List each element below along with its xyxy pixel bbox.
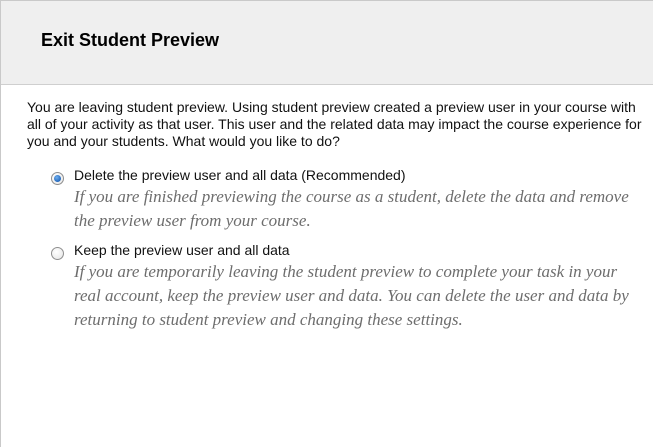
option-delete-preview-user[interactable]: Delete the preview user and all data (Re… bbox=[27, 166, 643, 233]
keep-preview-user-radio[interactable] bbox=[51, 247, 64, 260]
dialog-title: Exit Student Preview bbox=[41, 30, 220, 50]
keep-option-description: If you are temporarily leaving the stude… bbox=[74, 262, 629, 329]
dialog-header: Exit Student Preview bbox=[1, 1, 653, 85]
exit-student-preview-dialog: Exit Student Preview You are leaving stu… bbox=[0, 0, 653, 447]
intro-text: You are leaving student preview. Using s… bbox=[27, 99, 642, 149]
dialog-content: You are leaving student preview. Using s… bbox=[1, 85, 653, 332]
delete-preview-user-radio[interactable] bbox=[51, 172, 64, 185]
option-body: Keep the preview user and all data If yo… bbox=[74, 241, 643, 332]
delete-option-label[interactable]: Delete the preview user and all data (Re… bbox=[74, 166, 643, 184]
keep-option-label[interactable]: Keep the preview user and all data bbox=[74, 241, 643, 259]
option-body: Delete the preview user and all data (Re… bbox=[74, 166, 643, 233]
delete-option-description: If you are finished previewing the cours… bbox=[74, 187, 629, 230]
option-keep-preview-user[interactable]: Keep the preview user and all data If yo… bbox=[27, 241, 643, 332]
